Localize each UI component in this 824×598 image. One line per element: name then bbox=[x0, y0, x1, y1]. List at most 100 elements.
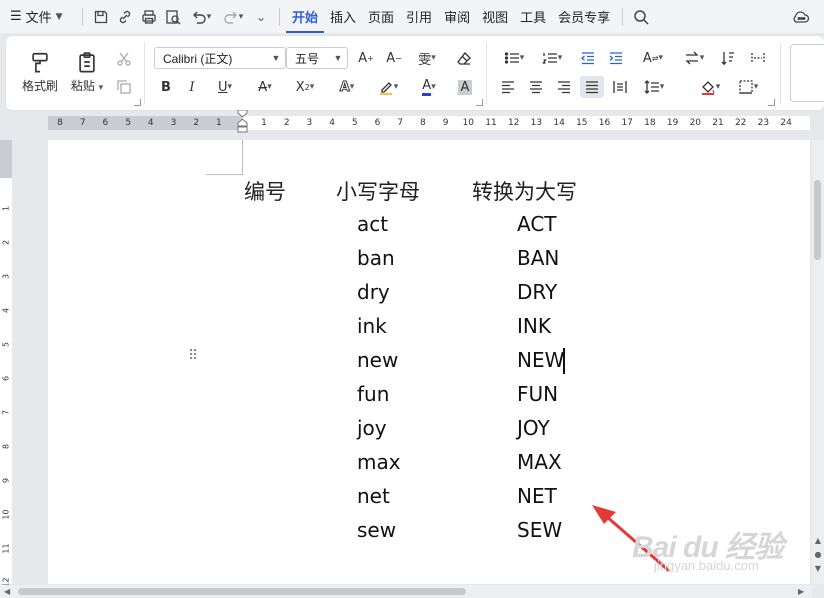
divider bbox=[780, 42, 781, 104]
ruler-number: 5 bbox=[351, 118, 358, 128]
print-preview-button[interactable] bbox=[161, 0, 185, 33]
save-button[interactable] bbox=[89, 0, 113, 33]
tab-tools[interactable]: 工具 bbox=[514, 0, 552, 33]
superscript-button[interactable]: X 2 ▾ bbox=[288, 76, 322, 98]
more-quick-access-button[interactable]: ⌄ bbox=[249, 0, 273, 33]
clear-format-button[interactable] bbox=[452, 47, 476, 69]
vertical-ruler[interactable]: 1 2 3 4 5 6 7 8 9 10 11 12 bbox=[0, 140, 12, 588]
align-left-button[interactable] bbox=[496, 76, 520, 98]
phonetic-guide-button[interactable]: 雯 ▾ bbox=[410, 47, 444, 69]
scroll-left-icon[interactable]: ◀ bbox=[4, 585, 10, 598]
lowercase-word: act bbox=[357, 212, 389, 236]
dialog-launcher-icon[interactable] bbox=[134, 99, 141, 106]
show-marks-button[interactable] bbox=[746, 47, 770, 69]
copy-button[interactable] bbox=[112, 76, 136, 98]
ruler-number: 24 bbox=[780, 118, 792, 128]
ruler-number: 10 bbox=[1, 509, 11, 520]
text-effect-button[interactable]: A ▾ bbox=[330, 76, 364, 98]
dialog-launcher-icon[interactable] bbox=[768, 99, 775, 106]
ruler-number: 2 bbox=[1, 239, 11, 246]
ruler-number: 20 bbox=[689, 118, 702, 128]
bullet-list-button[interactable]: ▾ bbox=[498, 47, 530, 69]
next-page-icon[interactable]: ▼ bbox=[813, 564, 823, 574]
scroll-right-icon[interactable]: ▶ bbox=[798, 585, 804, 598]
align-center-button[interactable] bbox=[524, 76, 548, 98]
horizontal-scrollbar[interactable]: ◀ ▶ bbox=[0, 585, 812, 598]
align-right-button[interactable] bbox=[552, 76, 576, 98]
sort-button[interactable]: ▾ bbox=[678, 47, 710, 69]
style-gallery[interactable] bbox=[790, 44, 824, 102]
sort-az-button[interactable] bbox=[716, 47, 740, 69]
borders-button[interactable]: ▾ bbox=[732, 76, 764, 98]
file-menu-button[interactable]: ☰ 文件 ▼ bbox=[0, 0, 76, 33]
decrease-indent-button[interactable] bbox=[576, 47, 600, 69]
horizontal-ruler[interactable]: 8 7 6 5 4 3 2 1 1 2 3 4 5 6 7 8 9 10 11 12 13 14 15 16 17 18 19 20 2… bbox=[48, 116, 810, 130]
font-name-select[interactable]: Calibri (正文) ▼ bbox=[154, 47, 286, 69]
tab-insert[interactable]: 插入 bbox=[324, 0, 362, 33]
font-size-select[interactable]: 五号 ▼ bbox=[286, 47, 348, 69]
redo-button[interactable]: ▾ bbox=[217, 0, 249, 33]
tab-view[interactable]: 视图 bbox=[476, 0, 514, 33]
paste-button[interactable]: 粘贴 ▾ bbox=[66, 46, 108, 98]
underline-button[interactable]: U ▾ bbox=[208, 76, 242, 98]
scrollbar-thumb[interactable] bbox=[814, 180, 821, 260]
ruler-number: 3 bbox=[306, 118, 313, 128]
indent-marker-icon[interactable] bbox=[237, 110, 248, 138]
font-color-button[interactable]: A ▾ bbox=[412, 76, 446, 98]
document-page[interactable]: 编号 小写字母 转换为大写 act ACT ban BAN dry DRY ink INK ne… bbox=[48, 140, 810, 584]
export-button[interactable] bbox=[113, 0, 137, 33]
tab-references[interactable]: 引用 bbox=[400, 0, 438, 33]
print-button[interactable] bbox=[137, 0, 161, 33]
bold-button[interactable]: B bbox=[156, 76, 176, 98]
format-painter-label: 格式刷 bbox=[21, 78, 58, 93]
ruler-number: 6 bbox=[1, 375, 11, 382]
indent-icon bbox=[609, 52, 622, 65]
line-spacing-button[interactable]: ▾ bbox=[638, 76, 670, 98]
search-button[interactable] bbox=[629, 0, 653, 33]
ruler-number: 18 bbox=[644, 118, 656, 128]
show-marks-icon bbox=[751, 53, 765, 63]
header-lowercase: 小写字母 bbox=[336, 180, 420, 204]
eraser-icon bbox=[457, 52, 471, 65]
ruler-number: 19 bbox=[666, 118, 679, 128]
highlight-button[interactable]: ▾ bbox=[370, 76, 406, 98]
crop-mark bbox=[242, 140, 243, 174]
dialog-launcher-icon[interactable] bbox=[476, 99, 483, 106]
save-icon bbox=[94, 10, 108, 23]
ruler-number: 11 bbox=[1, 543, 11, 554]
font-size-value: 五号 bbox=[295, 51, 320, 66]
ruler-number: 23 bbox=[757, 118, 770, 128]
cloud-sync-icon[interactable] bbox=[792, 8, 810, 26]
sort-icon bbox=[721, 52, 734, 66]
tab-home[interactable]: 开始 bbox=[286, 0, 325, 33]
cut-button[interactable] bbox=[112, 48, 136, 70]
justify-button[interactable] bbox=[580, 76, 604, 98]
vertical-scrollbar[interactable]: ▲ ● ▼ bbox=[812, 140, 824, 584]
numbered-list-button[interactable]: ▾ bbox=[536, 47, 568, 69]
format-painter-button[interactable]: 格式刷 bbox=[20, 46, 60, 98]
tab-review[interactable]: 审阅 bbox=[438, 0, 476, 33]
tab-page[interactable]: 页面 bbox=[362, 0, 400, 33]
uppercase-word: ACT bbox=[517, 212, 557, 236]
strikethrough-button[interactable]: A ▾ bbox=[248, 76, 282, 98]
increase-font-size-button[interactable]: A + bbox=[354, 47, 378, 69]
chevron-down-icon: ▾ bbox=[238, 11, 244, 22]
prev-page-icon[interactable]: ▲ bbox=[813, 536, 823, 546]
ruler-number: 16 bbox=[598, 118, 611, 128]
distribute-button[interactable] bbox=[608, 76, 632, 98]
shading-button[interactable]: ▾ bbox=[694, 76, 726, 98]
scrollbar-thumb[interactable] bbox=[18, 588, 466, 595]
drag-handle-icon[interactable]: ⠿ bbox=[188, 349, 198, 363]
increase-indent-button[interactable] bbox=[604, 47, 628, 69]
character-shading-button[interactable]: A bbox=[454, 76, 476, 98]
italic-button[interactable]: I bbox=[182, 76, 202, 98]
select-object-icon[interactable]: ● bbox=[813, 550, 823, 560]
text-direction-button[interactable]: A ⇌ ▾ bbox=[636, 47, 670, 69]
lowercase-word: ban bbox=[357, 246, 395, 270]
uppercase-word: SEW bbox=[517, 518, 563, 542]
tab-member[interactable]: 会员专享 bbox=[552, 0, 616, 33]
ruler-number: 7 bbox=[1, 409, 11, 416]
ruler-margin bbox=[48, 116, 242, 130]
decrease-font-size-button[interactable]: A − bbox=[382, 47, 406, 69]
undo-button[interactable]: ▾ bbox=[185, 0, 217, 33]
